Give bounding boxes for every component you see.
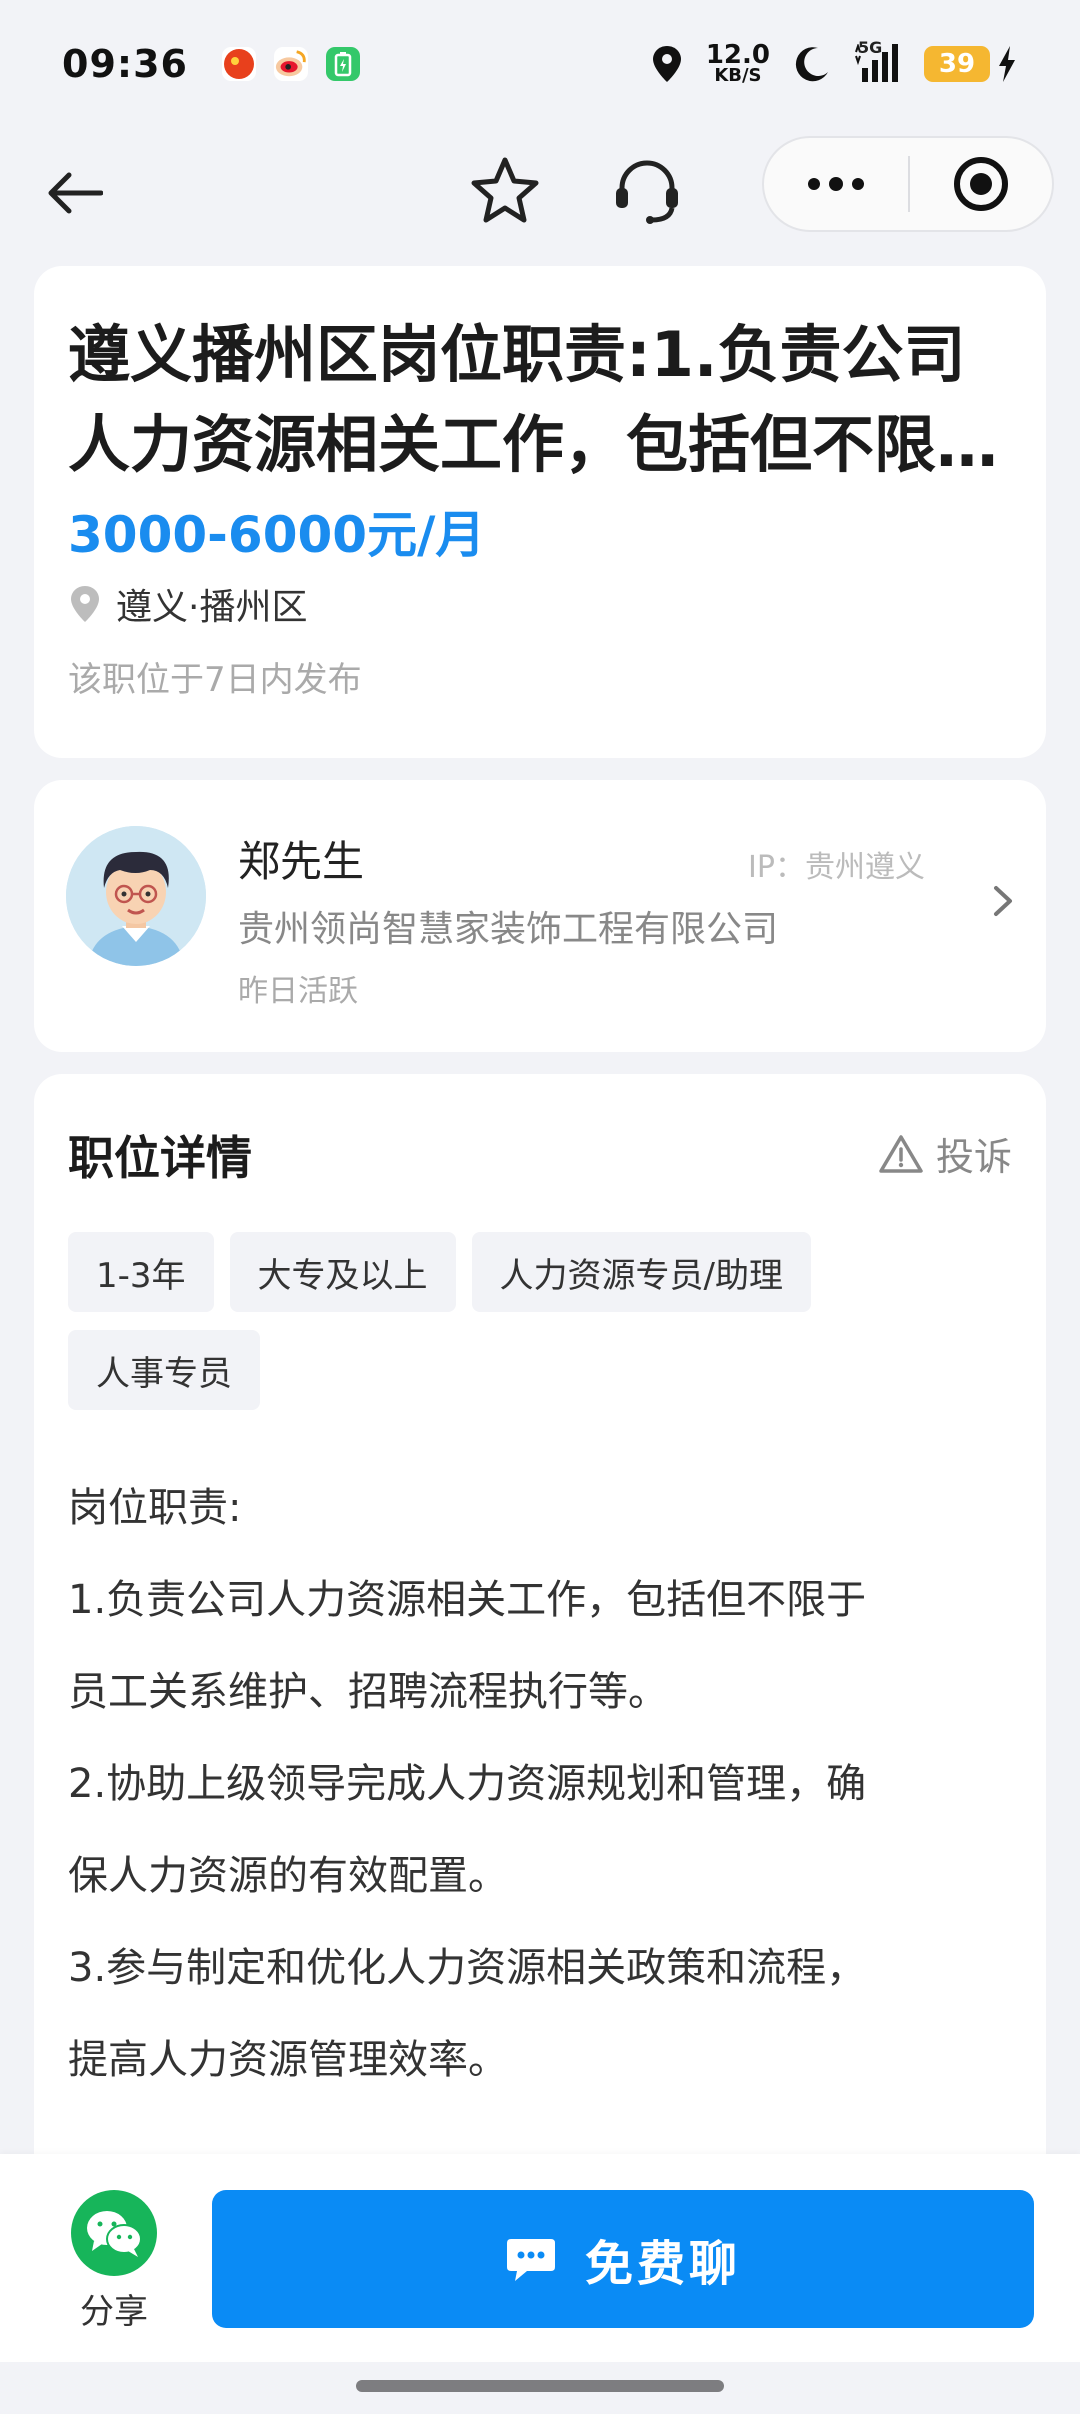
tag-experience: 1-3年 (68, 1232, 214, 1312)
star-icon (471, 157, 539, 223)
mini-program-capsule (762, 136, 1054, 232)
detail-title: 职位详情 (68, 1131, 252, 1185)
moon-icon (795, 47, 828, 82)
customer-service-button[interactable] (610, 154, 684, 228)
net-speed: 12.0 KB/S (705, 40, 770, 86)
job-location: 遵义·播州区 (68, 578, 1012, 630)
more-button[interactable] (764, 138, 908, 230)
status-bar: 09:36 12.0 KB/S 5G 39 (0, 0, 1080, 128)
charging-icon (999, 46, 1015, 82)
description-line: 1.负责公司人力资源相关工作，包括但不限于 (68, 1577, 867, 1623)
description-line: 保人力资源的有效配置。 (68, 1853, 508, 1899)
back-arrow-icon (48, 172, 103, 214)
battery-level: 39 (924, 46, 990, 82)
avatar (66, 826, 206, 966)
net-speed-value: 12.0 (705, 40, 770, 70)
location-text: 遵义·播州区 (116, 587, 308, 628)
close-target-icon (954, 157, 1008, 211)
more-dots-icon (808, 177, 864, 191)
top-nav (0, 128, 1080, 258)
share-button[interactable]: 分享 (56, 2190, 172, 2333)
report-button[interactable]: 投诉 (878, 1126, 1012, 1181)
report-label: 投诉 (935, 1135, 1012, 1179)
share-label: 分享 (80, 2292, 148, 2332)
job-title: 遵义播州区岗位职责:1.负责公司人力资源相关工作，包括但不限于员工关系维护、招聘… (68, 318, 999, 481)
weibo-icon (273, 47, 308, 81)
chevron-right-icon (978, 876, 1028, 926)
job-detail-card: 职位详情 投诉 1-3年 大专及以上 人力资源专员/助理 人事专员 岗位职责: … (34, 1074, 1046, 2174)
recruiter-card[interactable]: 郑先生 IP：贵州遵义 贵州领尚智慧家装饰工程有限公司 昨日活跃 (34, 780, 1046, 1052)
recruiter-ip: IP：贵州遵义 (748, 850, 925, 885)
recruiter-company: 贵州领尚智慧家装饰工程有限公司 (238, 909, 779, 950)
battery-group: 39 (924, 44, 1018, 84)
job-salary: 3000-6000元/月 (68, 506, 486, 564)
status-time: 09:36 (62, 42, 188, 86)
status-indicators: 12.0 KB/S 5G 39 (650, 38, 1018, 86)
job-summary-card: 遵义播州区岗位职责:1.负责公司人力资源相关工作，包括但不限于员工关系维护、招聘… (34, 266, 1046, 758)
job-description: 岗位职责: 1.负责公司人力资源相关工作，包括但不限于 员工关系维护、招聘流程执… (68, 1462, 1018, 2106)
home-indicator[interactable] (356, 2380, 724, 2392)
signal-label: 5G (858, 38, 883, 57)
notification-icons (221, 47, 360, 81)
free-chat-button[interactable]: 免费聊 (212, 2190, 1034, 2328)
post-time: 该职位于7日内发布 (68, 660, 362, 700)
warning-icon (879, 1134, 923, 1173)
location-icon (652, 46, 681, 82)
signal-indicator: 5G (854, 38, 902, 84)
location-pin-icon (71, 586, 99, 622)
tag-category: 人事专员 (68, 1330, 260, 1410)
tag-education: 大专及以上 (229, 1232, 456, 1312)
back-button[interactable] (40, 158, 110, 228)
bottom-action-bar: 分享 免费聊 (0, 2154, 1080, 2362)
app-notification-icon (221, 47, 256, 81)
description-line: 提高人力资源管理效率。 (68, 2037, 508, 2083)
description-line: 岗位职责: (68, 1485, 242, 1531)
recruiter-name: 郑先生 (238, 837, 365, 886)
recruiter-active-status: 昨日活跃 (238, 974, 358, 1009)
wechat-icon (71, 2190, 157, 2276)
net-speed-unit: KB/S (714, 65, 762, 86)
battery-saver-icon (325, 47, 360, 81)
tag-position: 人力资源专员/助理 (471, 1232, 812, 1312)
free-chat-label: 免费聊 (584, 2236, 741, 2292)
close-miniprogram-button[interactable] (910, 138, 1052, 230)
chat-bubble-icon (506, 2239, 555, 2281)
description-line: 2.协助上级领导完成人力资源规划和管理，确 (68, 1761, 867, 1807)
description-line: 员工关系维护、招聘流程执行等。 (68, 1669, 668, 1715)
job-tags: 1-3年 大专及以上 人力资源专员/助理 人事专员 (68, 1232, 1018, 1410)
description-line: 3.参与制定和优化人力资源相关政策和流程， (68, 1945, 867, 1991)
customer-service-icon (616, 160, 678, 224)
favorite-button[interactable] (468, 154, 542, 228)
